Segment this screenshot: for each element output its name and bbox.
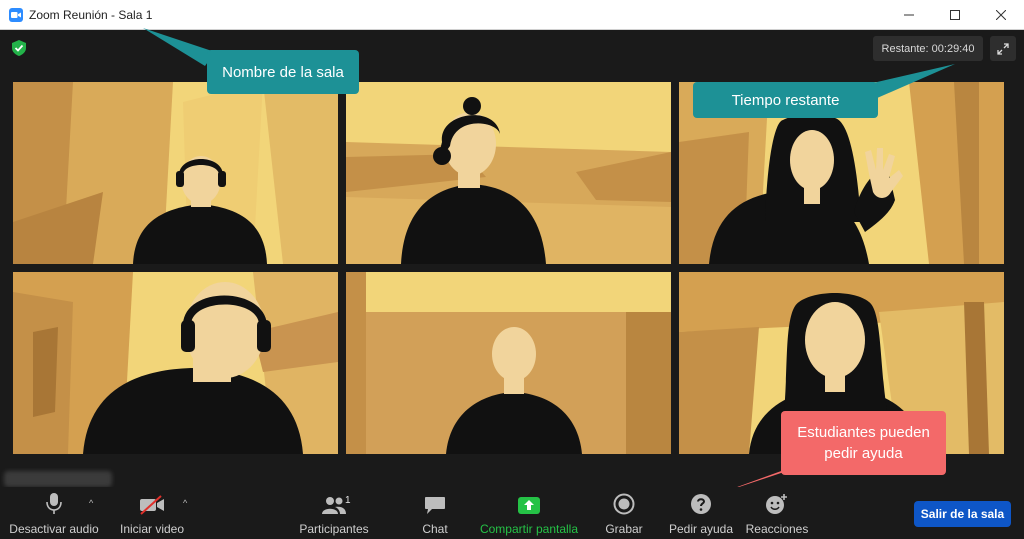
audio-options-caret[interactable]: ^ — [89, 498, 93, 508]
title-bar: Zoom Reunión - Sala 1 — [0, 0, 1024, 30]
record-icon — [613, 487, 635, 515]
video-tile[interactable] — [346, 272, 671, 454]
close-icon — [996, 10, 1006, 20]
help-callout-line2: pedir ayuda — [824, 445, 903, 462]
share-screen-icon — [517, 487, 541, 515]
participant-video — [346, 82, 671, 264]
chat-label: Chat — [422, 522, 448, 536]
microphone-icon — [46, 487, 62, 515]
meeting-toolbar: Desactivar audio ^ Iniciar video ^ 1 Par… — [0, 487, 1024, 539]
window-title: Zoom Reunión - Sala 1 — [29, 7, 153, 22]
record-label: Grabar — [605, 522, 643, 536]
remaining-time-badge: Restante: 00:29:40 — [873, 36, 983, 61]
smiley-plus-icon — [765, 487, 789, 515]
window-controls — [886, 0, 1024, 30]
reactions-label: Reacciones — [745, 522, 809, 536]
share-label: Compartir pantalla — [479, 522, 579, 536]
question-icon — [690, 487, 712, 515]
ask-help-button[interactable]: Pedir ayuda — [666, 487, 736, 539]
video-tile[interactable] — [346, 82, 671, 264]
participant-video — [13, 82, 338, 264]
record-button[interactable]: Grabar — [602, 487, 646, 539]
minimize-icon — [904, 14, 914, 16]
ask-help-label: Pedir ayuda — [668, 522, 734, 536]
expand-icon — [997, 42, 1009, 55]
participant-name-redacted — [4, 471, 112, 487]
zoom-camera-icon — [9, 7, 23, 22]
help-callout: Estudiantes pueden pedir ayuda — [781, 411, 946, 475]
zoom-meeting-window: Zoom Reunión - Sala 1 Restante: 00:29:40 — [0, 0, 1024, 539]
minimize-button[interactable] — [886, 0, 932, 30]
reactions-button[interactable]: Reacciones — [745, 487, 809, 539]
help-callout-line1: Estudiantes pueden — [797, 424, 930, 441]
chat-button[interactable]: Chat — [415, 487, 455, 539]
video-label: Iniciar video — [119, 522, 185, 536]
video-tile[interactable] — [13, 272, 338, 454]
start-video-button[interactable]: Iniciar video — [117, 487, 187, 539]
speech-bubble-icon — [424, 487, 446, 515]
shield-check-icon[interactable] — [12, 40, 26, 61]
room-name-callout: Nombre de la sala — [207, 50, 359, 94]
mute-button[interactable]: Desactivar audio — [9, 487, 99, 539]
video-off-icon — [139, 487, 165, 515]
participants-button[interactable]: 1 Participantes — [298, 487, 370, 539]
video-options-caret[interactable]: ^ — [183, 498, 187, 508]
time-left-callout: Tiempo restante — [693, 82, 878, 118]
participant-video — [346, 272, 671, 454]
maximize-icon — [950, 10, 960, 20]
close-button[interactable] — [978, 0, 1024, 30]
leave-room-button[interactable]: Salir de la sala — [914, 501, 1011, 527]
people-icon: 1 — [321, 487, 351, 515]
participants-label: Participantes — [299, 522, 369, 536]
participants-count: 1 — [345, 495, 351, 506]
share-screen-button[interactable]: Compartir pantalla — [478, 487, 580, 539]
maximize-button[interactable] — [932, 0, 978, 30]
mute-label: Desactivar audio — [9, 522, 99, 536]
fullscreen-button[interactable] — [990, 36, 1016, 61]
participant-video — [13, 272, 338, 454]
video-tile[interactable] — [13, 82, 338, 264]
